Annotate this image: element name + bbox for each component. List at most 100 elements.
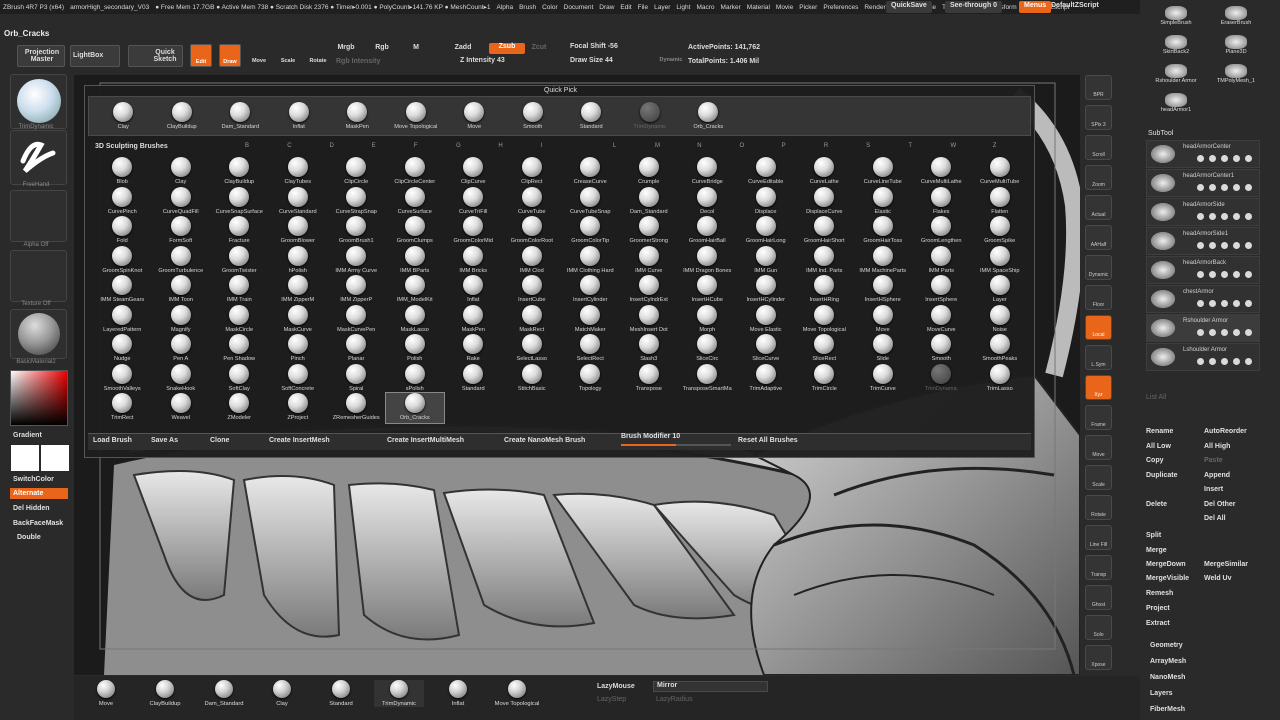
brush-clay[interactable]: Clay: [152, 157, 211, 187]
visibility-eye-icon[interactable]: [1197, 213, 1204, 220]
brush-noise[interactable]: Noise: [971, 304, 1030, 335]
shelf-brush-trimdynamic[interactable]: TrimDynamic: [374, 680, 424, 707]
brush-imm-dragon-bones[interactable]: IMM Dragon Bones: [678, 245, 737, 276]
subtool-toggle-icon[interactable]: [1221, 155, 1228, 162]
index-letter-o[interactable]: O: [739, 143, 744, 149]
duplicate-button[interactable]: Duplicate: [1146, 472, 1178, 479]
brush-decol[interactable]: Decol: [678, 186, 737, 217]
brush-pen-shadow[interactable]: Pen Shadow: [210, 334, 269, 364]
tool-thumb-skirtback2[interactable]: SkirtBack2: [1148, 35, 1204, 61]
brush-imm-train[interactable]: IMM Train: [210, 275, 269, 305]
reset-all-brushes-button[interactable]: Reset All Brushes: [738, 437, 798, 444]
brush-transpose[interactable]: Transpose: [620, 363, 679, 394]
shelf-floor[interactable]: Floor: [1085, 285, 1112, 310]
menu-edit[interactable]: Edit: [620, 4, 631, 11]
paste-button[interactable]: Paste: [1204, 457, 1223, 464]
brush-inserthring[interactable]: InsertHRing: [795, 275, 854, 305]
brush-weavel[interactable]: Weavel: [152, 393, 211, 423]
focal-shift-slider[interactable]: Focal Shift -56: [570, 43, 650, 50]
brush-groomblower[interactable]: GroomBlower: [269, 216, 328, 246]
shelf-spix-3[interactable]: SPix 3: [1085, 105, 1112, 130]
menu-movie[interactable]: Movie: [776, 4, 793, 11]
brush-groomhairball[interactable]: GroomHairBall: [678, 216, 737, 246]
brush-groomturbulence[interactable]: GroomTurbulence: [152, 245, 211, 276]
index-letter-f[interactable]: F: [414, 143, 418, 149]
index-letter-p[interactable]: P: [782, 143, 786, 149]
brush-clipcirclecenter[interactable]: ClipCircleCenter: [386, 157, 445, 187]
index-letter-t[interactable]: T: [908, 143, 912, 149]
brush-maskpen[interactable]: MaskPen: [444, 304, 503, 335]
index-letter-e[interactable]: E: [372, 143, 376, 149]
index-letter-n[interactable]: N: [697, 143, 701, 149]
subtool-headarmorside[interactable]: headArmorSide: [1146, 198, 1260, 226]
brush-groomhairtoss[interactable]: GroomHairToss: [854, 216, 913, 246]
brush-maskcurve[interactable]: MaskCurve: [269, 304, 328, 335]
geometry-section[interactable]: Geometry: [1150, 642, 1183, 649]
index-letter-h[interactable]: H: [498, 143, 502, 149]
main-color-swatch[interactable]: [11, 445, 39, 471]
subtool-toggle-icon[interactable]: [1233, 329, 1240, 336]
index-letter-g[interactable]: G: [456, 143, 461, 149]
weld-uv-button[interactable]: Weld Uv: [1204, 575, 1232, 582]
brush-inserthcube[interactable]: InsertHCube: [678, 275, 737, 305]
brush-zproject[interactable]: ZProject: [269, 393, 328, 423]
subtool-lshoulder-armor[interactable]: Lshoulder Armor: [1146, 343, 1260, 371]
m-button[interactable]: M: [410, 44, 422, 51]
visibility-eye-icon[interactable]: [1209, 329, 1216, 336]
quick-sketch-button[interactable]: Quick Sketch: [128, 45, 183, 67]
subtool-toggle-icon[interactable]: [1245, 300, 1252, 307]
create-nanomesh-button[interactable]: Create NanoMesh Brush: [504, 437, 585, 444]
brush-maskrect[interactable]: MaskRect: [503, 304, 562, 335]
tool-thumb-tmpolymesh-1[interactable]: TMPolyMesh_1: [1208, 64, 1264, 90]
brush-flakes[interactable]: Flakes: [912, 186, 971, 217]
subtool-toggle-icon[interactable]: [1245, 155, 1252, 162]
subtool-toggle-icon[interactable]: [1233, 271, 1240, 278]
brush-softconcrete[interactable]: SoftConcrete: [269, 363, 328, 394]
brush-displace[interactable]: Displace: [737, 186, 796, 217]
alpha-thumbnail[interactable]: [10, 190, 67, 242]
color-picker[interactable]: [10, 370, 68, 426]
stroke-thumbnail[interactable]: [10, 130, 67, 185]
list-all-button[interactable]: List All: [1146, 394, 1166, 401]
brush-transposesmartma[interactable]: TransposeSmartMa: [678, 363, 737, 394]
brush-slash3[interactable]: Slash3: [620, 334, 679, 364]
mergedown-button[interactable]: MergeDown: [1146, 561, 1186, 568]
brush-curvesurface[interactable]: CurveSurface: [386, 186, 445, 217]
brush-masklasso[interactable]: MaskLasso: [386, 304, 445, 335]
double-button[interactable]: Double: [10, 532, 68, 543]
subtool-title[interactable]: SubTool: [1148, 130, 1173, 137]
brush-blob[interactable]: Blob: [93, 157, 152, 187]
brush-trimdynamic[interactable]: TrimDynamic: [912, 363, 971, 394]
tool-thumb-rshoulder-armor[interactable]: Rshoulder Armor: [1148, 64, 1204, 90]
clone-button[interactable]: Clone: [210, 437, 229, 444]
menu-draw[interactable]: Draw: [599, 4, 614, 11]
brush-spolish[interactable]: sPolish: [386, 363, 445, 394]
shelf-scroll[interactable]: Scroll: [1085, 135, 1112, 160]
brush-formsoft[interactable]: FormSoft: [152, 216, 211, 246]
brush-groomclumps[interactable]: GroomClumps: [386, 216, 445, 246]
fibermesh-section[interactable]: FiberMesh: [1150, 706, 1185, 713]
visibility-eye-icon[interactable]: [1197, 271, 1204, 278]
menu-brush[interactable]: Brush: [519, 4, 536, 11]
visibility-eye-icon[interactable]: [1209, 242, 1216, 249]
quick-pick-claybuildup[interactable]: ClayBuildup: [153, 102, 212, 131]
subtool-headarmorcenter1[interactable]: headArmorCenter1: [1146, 169, 1260, 197]
brush-meshinsert-dot[interactable]: MeshInsert Dot: [620, 304, 679, 335]
brush-groomlengthen[interactable]: GroomLengthen: [912, 216, 971, 246]
split-button[interactable]: Split: [1146, 532, 1161, 539]
append-button[interactable]: Append: [1204, 472, 1230, 479]
subtool-toggle-icon[interactable]: [1221, 271, 1228, 278]
brush-curvestandard[interactable]: CurveStandard: [269, 186, 328, 217]
brush-hpolish[interactable]: hPolish: [269, 245, 328, 276]
brush-groomcolormid[interactable]: GroomColorMid: [444, 216, 503, 246]
shelf-solo[interactable]: Solo: [1085, 615, 1112, 640]
shelf-brush-inflat[interactable]: Inflat: [433, 680, 483, 707]
subtool-toggle-icon[interactable]: [1233, 184, 1240, 191]
brush-insertsphere[interactable]: InsertSphere: [912, 275, 971, 305]
shelf-brush-clay[interactable]: Clay: [257, 680, 307, 707]
brush-trimlasso[interactable]: TrimLasso: [971, 363, 1030, 394]
load-brush-button[interactable]: Load Brush: [93, 437, 132, 444]
quick-pick-standard[interactable]: Standard: [562, 102, 621, 131]
z-intensity-slider[interactable]: Z Intensity 43: [460, 57, 540, 64]
brush-stitchbasic[interactable]: StitchBasic: [503, 363, 562, 394]
